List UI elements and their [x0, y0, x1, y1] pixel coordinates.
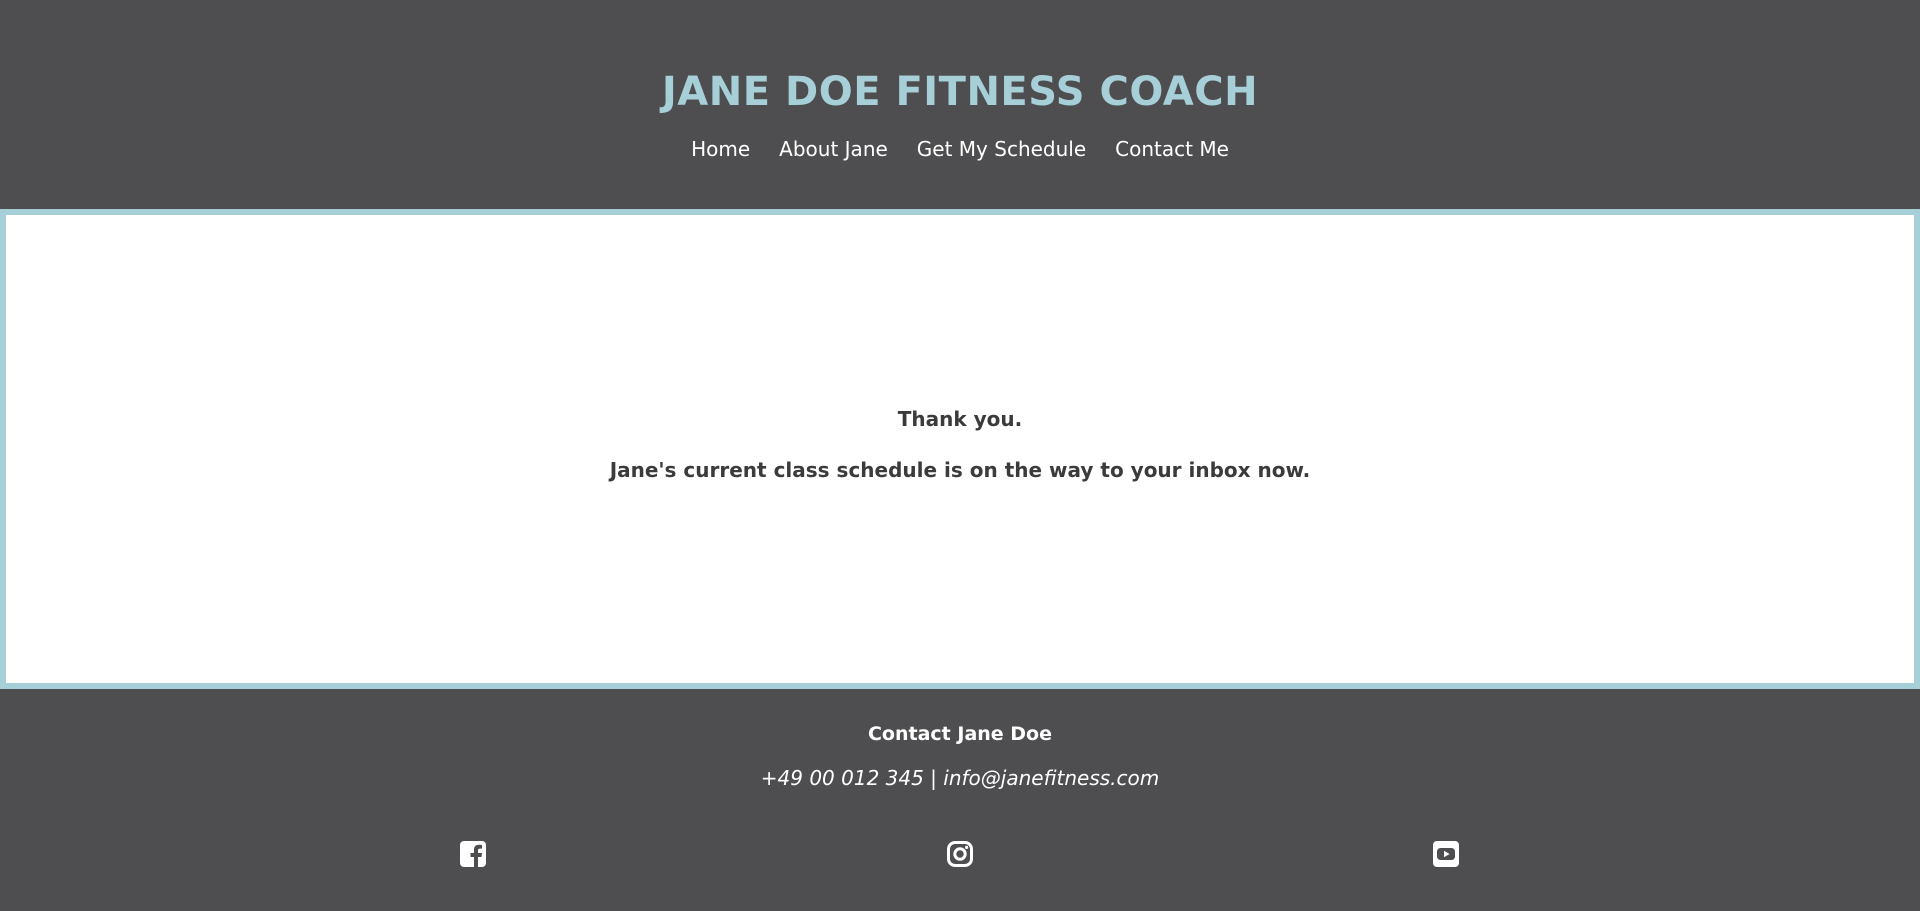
youtube-icon-graphic: [1433, 841, 1459, 867]
footer-heading: Contact Jane Doe: [867, 723, 1053, 745]
site-footer: Contact Jane Doe +49 00 012 345 | info@j…: [0, 689, 1920, 911]
confirmation-panel: Thank you. Jane's current class schedule…: [0, 209, 1920, 689]
nav-link-about-jane[interactable]: About Jane: [779, 136, 888, 162]
site-title: JANE DOE FITNESS COACH: [661, 69, 1259, 115]
schedule-confirmation-message: Jane's current class schedule is on the …: [609, 457, 1311, 482]
nav-link-contact-me[interactable]: Contact Me: [1115, 136, 1229, 162]
facebook-icon[interactable]: [459, 840, 487, 868]
nav-link-get-my-schedule[interactable]: Get My Schedule: [917, 136, 1086, 162]
site-header: JANE DOE FITNESS COACH Home About Jane G…: [0, 0, 1920, 209]
instagram-icon-graphic: [947, 841, 973, 867]
facebook-icon-graphic: [460, 841, 486, 868]
social-links: [0, 840, 1920, 870]
main-nav: Home About Jane Get My Schedule Contact …: [0, 136, 1920, 162]
instagram-icon[interactable]: [946, 840, 974, 868]
youtube-icon[interactable]: [1432, 840, 1460, 868]
nav-link-home[interactable]: Home: [691, 136, 750, 162]
footer-contact-info: +49 00 012 345 | info@janefitness.com: [760, 766, 1160, 790]
thank-you-message: Thank you.: [897, 406, 1023, 431]
